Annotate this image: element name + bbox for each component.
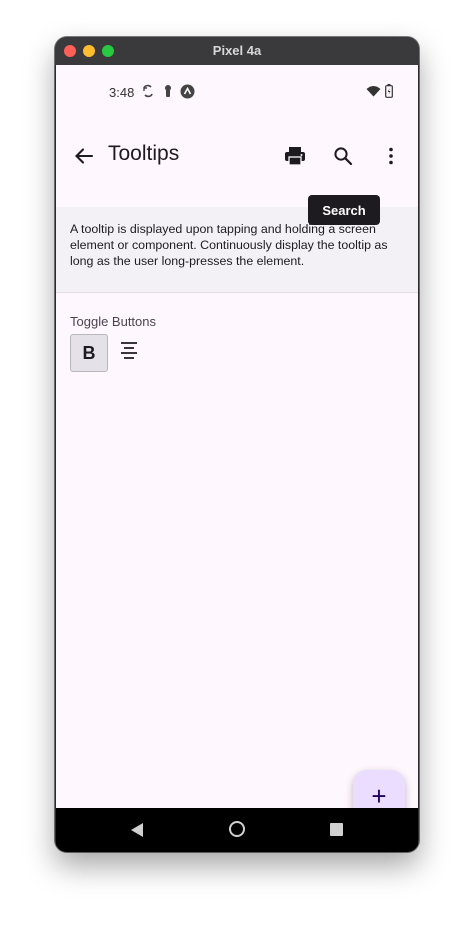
search-icon[interactable] (328, 141, 358, 171)
back-triangle-icon[interactable] (129, 822, 145, 843)
page-title: Tooltips (108, 142, 180, 165)
keyhole-icon (163, 84, 173, 103)
status-bar: 3:48 (56, 65, 418, 119)
android-badge-icon (180, 84, 195, 104)
section-label: Toggle Buttons (70, 314, 157, 329)
print-icon[interactable] (280, 141, 310, 171)
sync-icon (142, 84, 154, 103)
description-text: A tooltip is displayed upon tapping and … (70, 222, 388, 268)
bold-toggle-label: B (82, 342, 96, 363)
wifi-icon (366, 84, 381, 102)
home-circle-icon[interactable] (228, 820, 246, 843)
window-title: Pixel 4a (212, 43, 262, 58)
emulator-window: Pixel 4a 3:48 Tooltips A tooltip is disp… (55, 37, 419, 852)
bold-toggle-button[interactable]: B (70, 334, 108, 372)
device-screen: 3:48 Tooltips A tooltip is displayed upo… (56, 65, 418, 808)
recents-square-icon[interactable] (329, 822, 344, 842)
more-vert-icon[interactable] (376, 141, 406, 171)
back-arrow-icon[interactable] (69, 141, 99, 171)
align-center-icon (118, 340, 140, 367)
search-tooltip: Search (308, 195, 380, 225)
battery-icon (385, 84, 393, 103)
status-time: 3:48 (109, 85, 135, 100)
window-titlebar: Pixel 4a (55, 37, 419, 65)
top-app-bar: Tooltips (56, 119, 418, 207)
align-center-toggle-button[interactable] (110, 334, 148, 372)
add-fab[interactable]: + (353, 770, 405, 808)
system-nav-bar (56, 808, 418, 852)
plus-icon: + (371, 780, 387, 809)
